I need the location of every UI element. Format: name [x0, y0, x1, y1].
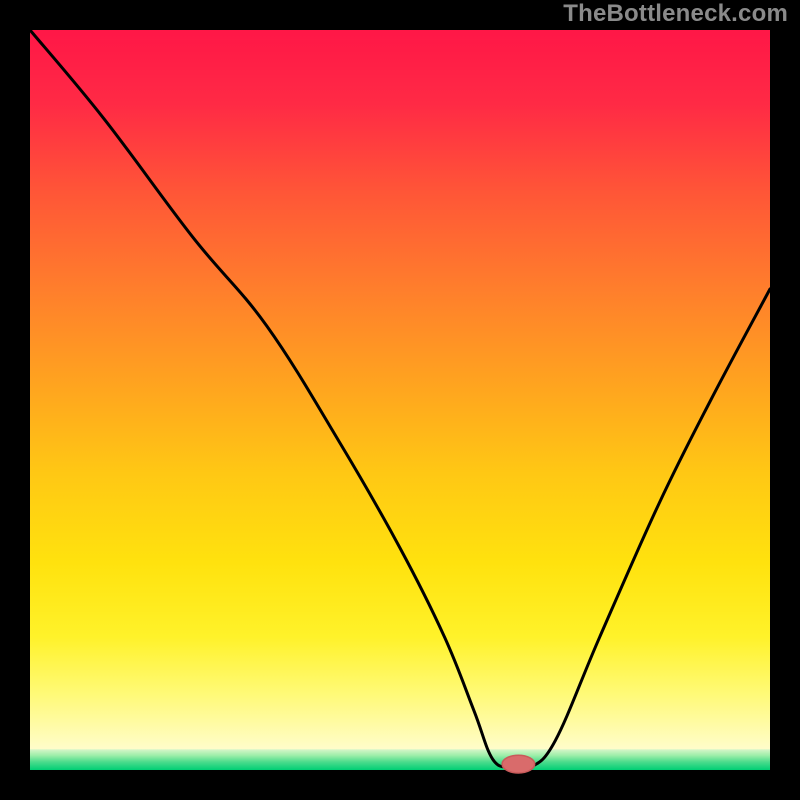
optimum-marker [502, 755, 535, 773]
attribution-text: TheBottleneck.com [563, 0, 788, 28]
plot-area [30, 30, 770, 773]
green-band [30, 749, 770, 770]
chart-stage: TheBottleneck.com [0, 0, 800, 800]
bottleneck-chart-svg [0, 0, 800, 800]
gradient-background [30, 30, 770, 770]
